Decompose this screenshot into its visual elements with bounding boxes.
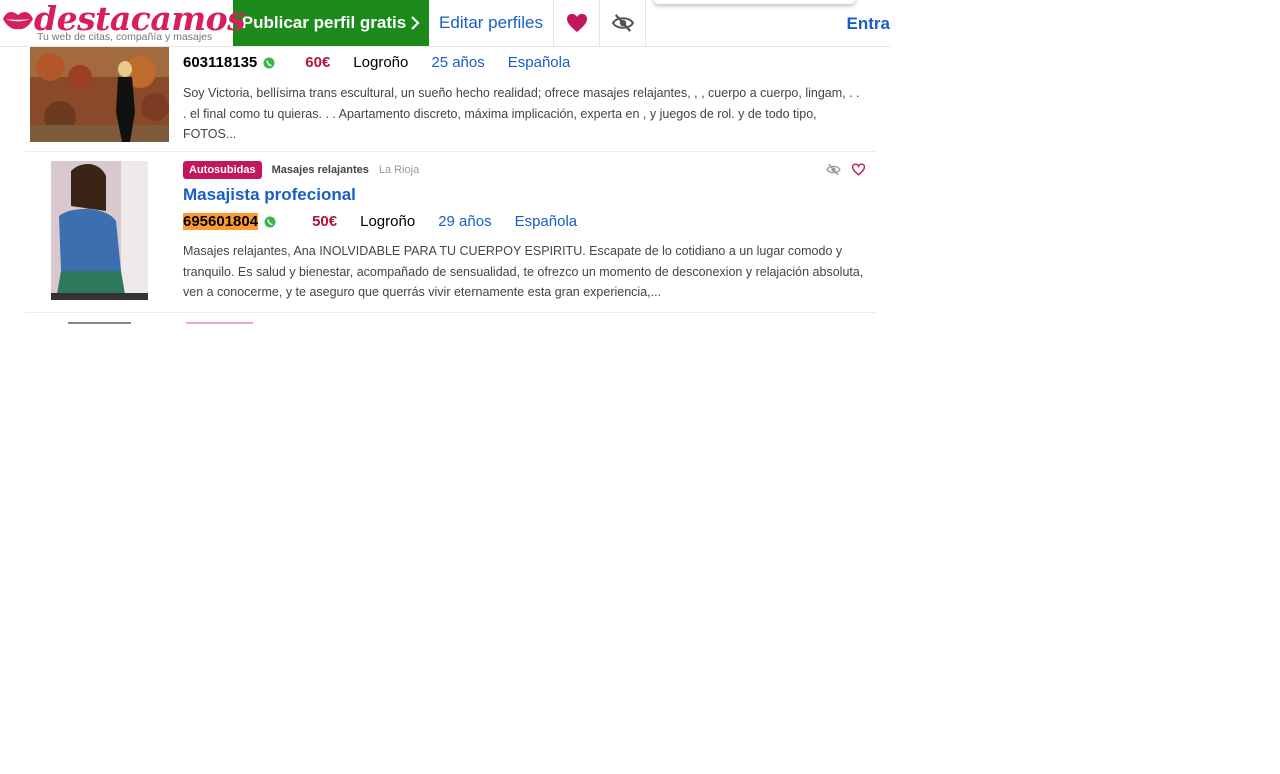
listing-photo[interactable] [30, 47, 169, 142]
listing-photo[interactable] [51, 161, 148, 300]
lips-logo-icon [3, 12, 33, 30]
phone-number[interactable]: 695601804 [183, 213, 259, 230]
hidden-profiles-button[interactable] [600, 0, 646, 46]
listing-tags: Autosubidas Masajes relajantes La Rioja [183, 161, 419, 179]
city: Logroño [353, 54, 409, 71]
favorite-heart-icon[interactable] [851, 163, 866, 176]
listing-card[interactable]: 603118135 60€ Logroño 25 años Española S… [25, 47, 876, 152]
hide-profile-icon[interactable] [826, 163, 841, 176]
price: 50€ [312, 213, 338, 230]
next-listing-badge-edge [186, 322, 253, 324]
age[interactable]: 29 años [438, 213, 491, 230]
listing-title[interactable]: Masajista profecional [183, 185, 356, 205]
phone-number[interactable]: 603118135 [183, 54, 257, 71]
nationality[interactable]: Española [508, 54, 571, 71]
chevron-right-icon [411, 16, 420, 30]
site-logo[interactable]: destacamos Tu web de citas, compañía y m… [0, 0, 246, 47]
listing-card[interactable]: Autosubidas Masajes relajantes La Rioja … [25, 152, 876, 313]
login-link[interactable]: Entra [847, 0, 890, 47]
upload-badge[interactable]: Autosubidas [183, 161, 262, 179]
region-label[interactable]: La Rioja [379, 164, 419, 176]
listing-description[interactable]: Soy Victoria, bellísima trans escultural… [183, 83, 865, 145]
publish-profile-label: Publicar perfil gratis [241, 13, 407, 32]
category-label[interactable]: Masajes relajantes [272, 164, 369, 176]
nationality[interactable]: Española [515, 213, 578, 230]
listing-description[interactable]: Masajes relajantes, Ana INOLVIDABLE PARA… [183, 241, 867, 303]
listing-meta-row: 603118135 60€ Logroño 25 años Española [183, 54, 570, 71]
edit-profiles-button[interactable]: Editar perfiles [429, 0, 554, 46]
age[interactable]: 25 años [431, 54, 484, 71]
eye-slash-icon [611, 14, 634, 32]
listing-actions [826, 163, 866, 176]
publish-profile-button[interactable]: Publicar perfil gratis [233, 0, 429, 46]
logo-tagline: Tu web de citas, compañía y masajes [37, 31, 213, 43]
price: 60€ [305, 54, 331, 71]
city: Logroño [360, 213, 416, 230]
dropdown-panel-edge [653, 0, 856, 4]
top-navbar: destacamos Tu web de citas, compañía y m… [0, 0, 890, 47]
next-listing-photo-edge [68, 322, 131, 324]
favorites-button[interactable] [554, 0, 600, 46]
header-spacer: Entra [646, 0, 890, 46]
whatsapp-icon[interactable] [263, 57, 275, 69]
heart-icon [566, 13, 587, 33]
whatsapp-icon[interactable] [264, 216, 276, 228]
listing-meta-row: 695601804 50€ Logroño 29 años Española [183, 213, 577, 230]
